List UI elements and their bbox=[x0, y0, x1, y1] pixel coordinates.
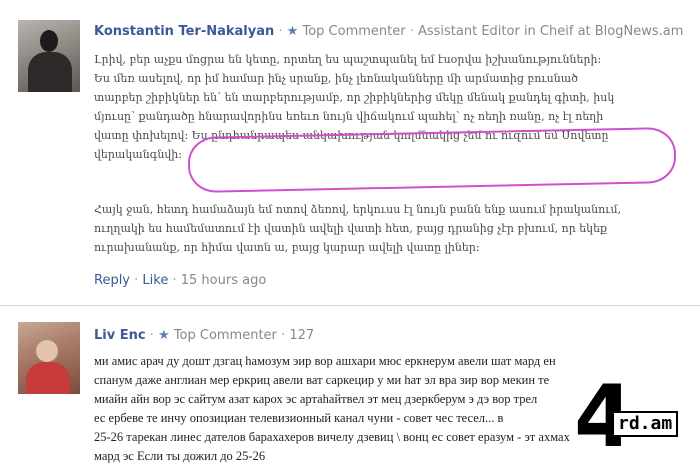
author-name[interactable]: Konstantin Ter-Nakalyan bbox=[94, 24, 274, 39]
comment-line: ми амис арач ду дошт дзгац hамозум эир в… bbox=[94, 354, 556, 368]
site-logo: 4 rd.am bbox=[568, 367, 700, 467]
author-role: Assistant Editor in Cheif at BlogNews.am bbox=[417, 24, 684, 39]
logo-domain: rd.am bbox=[612, 411, 679, 437]
comment-line: Լրիվ, բեր աչքս մոցրա են կետը, որտեղ ես պ… bbox=[94, 53, 602, 66]
comment-line: Ես մեռ ասելով, որ իմ համար ինչ սրանք, ին… bbox=[94, 72, 578, 85]
star-icon: ★ bbox=[158, 328, 170, 343]
avatar-body bbox=[26, 362, 70, 394]
comment-header: Konstantin Ter-Nakalyan · ★ Top Commente… bbox=[94, 24, 684, 39]
avatar[interactable] bbox=[18, 20, 80, 92]
comment-line: տարբեր շիբիկներ են՝ են տարբերությամբ, որ… bbox=[94, 91, 615, 104]
comment-body-2: Հայկ ջան, հետդ համաձայն եմ ոտով ձեռով, ե… bbox=[94, 200, 621, 257]
avatar-head bbox=[36, 340, 58, 362]
badge: Top Commenter bbox=[173, 328, 277, 343]
divider bbox=[0, 305, 700, 306]
comment-line: մյուսը՝ քանդածը հնարավորինս եռեւո նույն … bbox=[94, 110, 604, 123]
comment-line: ուղղակի ես համեմատում էի վատին ավելի վատ… bbox=[94, 222, 607, 235]
comment-count: 127 bbox=[289, 328, 315, 343]
author-name[interactable]: Liv Enc bbox=[94, 328, 146, 343]
comment-line: спанум даже англиан мер еркриц авели ват… bbox=[94, 373, 550, 387]
avatar[interactable] bbox=[18, 322, 80, 394]
comment-line: Հայկ ջան, հետդ համաձայն եմ ոտով ձեռով, ե… bbox=[94, 203, 622, 216]
avatar-head bbox=[40, 30, 58, 52]
reply-link[interactable]: Reply bbox=[94, 273, 130, 288]
comment-line: миайн айн вор эс сайтум азат карох эс ар… bbox=[94, 392, 538, 406]
comment-line: мард эс Если ты дожил до 25-26 bbox=[94, 449, 266, 463]
comment-line: 25-26 тарекан линес дателов барахахеров … bbox=[94, 430, 570, 444]
avatar-body bbox=[28, 52, 72, 92]
timestamp[interactable]: 15 hours ago bbox=[181, 273, 267, 288]
comment-line: ес ербеве те инчу опозициан телевизионны… bbox=[94, 411, 504, 425]
comment-line: ուրախանանք, որ հիմա վատն ա, բայց կարար ա… bbox=[94, 241, 480, 254]
comment-actions: Reply · Like · 15 hours ago bbox=[94, 273, 267, 288]
highlight-circle bbox=[187, 126, 677, 194]
comment-header: Liv Enc · ★ Top Commenter · 127 bbox=[94, 328, 315, 343]
star-icon: ★ bbox=[286, 24, 299, 39]
like-link[interactable]: Like bbox=[142, 273, 168, 288]
comment-body: ми амис арач ду дошт дзгац hамозум эир в… bbox=[94, 352, 570, 466]
badge: Top Commenter bbox=[302, 24, 406, 39]
